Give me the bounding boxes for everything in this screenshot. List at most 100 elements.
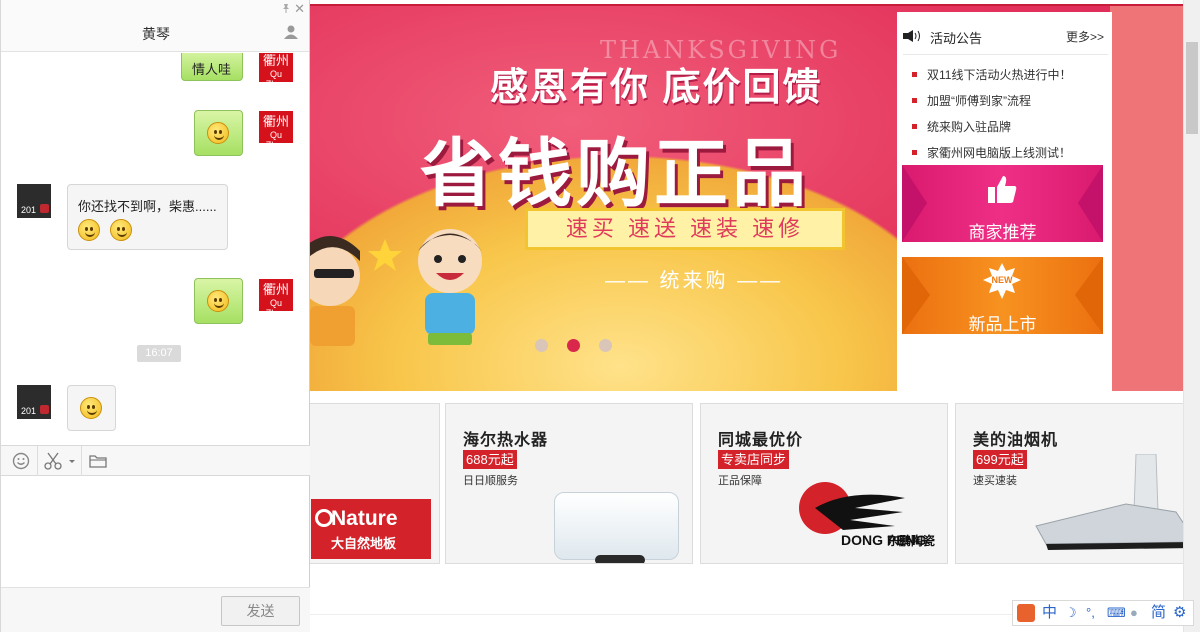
- message-bubble-received: 你还找不到啊，柴惠......: [67, 184, 228, 250]
- grin-emoji-icon: [207, 122, 229, 144]
- nature-logo: Nature 大自然地板: [311, 499, 431, 559]
- heater-panel: [595, 555, 645, 563]
- web-page: THANKSGIVING 感恩有你 底价回馈 省钱购正品 速买 速送 速装 速修…: [192, 0, 1200, 632]
- carousel-dot-1[interactable]: [535, 339, 548, 352]
- product-title: 美的油烟机: [973, 432, 1059, 449]
- toolbar-divider: [81, 446, 82, 476]
- banner-headline: 感恩有你 底价回馈: [490, 67, 823, 109]
- notice-panel: 活动公告 更多>> 双11线下活动火热进行中！ 加盟“师傅到家”流程 统来购入驻…: [897, 12, 1112, 391]
- avatar-text: 衢州: [262, 283, 289, 298]
- moon-icon[interactable]: ☽: [1065, 604, 1077, 622]
- chat-toolbar: [1, 445, 310, 476]
- chat-title: 黄琴: [142, 26, 170, 42]
- product-tile-haier[interactable]: 海尔热水器 688元起 日日顺服务: [445, 403, 693, 564]
- punctuation-icon[interactable]: °,: [1086, 604, 1095, 622]
- promo-banner[interactable]: THANKSGIVING 感恩有你 底价回馈 省钱购正品 速买 速送 速装 速修…: [310, 4, 1183, 391]
- tongue-emoji-icon: [207, 290, 229, 312]
- avatar-badge: [40, 405, 49, 414]
- folder-icon[interactable]: [89, 452, 107, 470]
- message-input[interactable]: [1, 477, 310, 587]
- brand-sub: 大自然地板: [331, 536, 397, 551]
- banner-ribbon: 速买 速送 速装 速修: [525, 208, 845, 250]
- range-hood-image: [1035, 454, 1196, 550]
- avatar-contact[interactable]: 201: [17, 385, 51, 419]
- notice-item[interactable]: 统来购入驻品牌: [927, 118, 1011, 135]
- ime-simplified[interactable]: 简: [1151, 604, 1166, 622]
- promo-new-products[interactable]: NEW 新品上市: [902, 257, 1103, 334]
- avatar-subtext: Qu Zhou: [265, 69, 287, 89]
- cartoon-kids-illustration: [310, 229, 482, 346]
- notice-more-link[interactable]: 更多>>: [1066, 28, 1104, 45]
- notice-title: 活动公告: [930, 31, 983, 46]
- price-tag: 699元起: [973, 450, 1027, 469]
- user-icon[interactable]: ●: [1130, 604, 1138, 622]
- brand-sub: 东鹏陶瓷: [887, 534, 936, 548]
- avatar-subtext: Qu Zhou: [265, 298, 287, 318]
- price-tag: 专卖店同步: [718, 450, 790, 469]
- message-list[interactable]: 情人哇 衢州 Qu Zhou 衢州 Qu Zhou 201 你还找不到啊，柴惠.…: [1, 53, 310, 445]
- avatar-subtext: Qu Zhou: [265, 130, 287, 150]
- message-bubble-received: [67, 385, 116, 431]
- product-title: 同城最优价: [718, 432, 804, 449]
- product-subtitle: 日日顺服务: [463, 475, 518, 487]
- avatar-text: 201: [21, 406, 37, 416]
- bullet-icon: [912, 98, 917, 103]
- keyboard-icon[interactable]: ⌨: [1107, 604, 1126, 622]
- brand-name: Nature: [331, 507, 398, 530]
- ime-toolbar: 中 ☽ °, ⌨ ● 简 ⚙: [1012, 600, 1194, 626]
- product-subtitle: 速买速装: [973, 475, 1017, 487]
- thinking-emoji-icon: [78, 219, 100, 241]
- product-tile-midea[interactable]: 美的油烟机 699元起 速买速装: [955, 403, 1200, 564]
- product-title: 海尔热水器: [463, 432, 549, 449]
- send-bar: 发送: [1, 587, 310, 632]
- price-tag: 688元起: [463, 450, 517, 469]
- message-bubble-sent: 情人哇: [181, 53, 243, 81]
- chat-window: ✕ 黄琴 情人哇 衢州 Qu Zhou 衢州 Qu Zhou 201 你还找不到…: [0, 0, 310, 632]
- avatar-me[interactable]: 衢州 Qu Zhou: [259, 53, 293, 89]
- avatar-me[interactable]: 衢州 Qu Zhou: [259, 279, 293, 318]
- notice-item[interactable]: 家衢州网电脑版上线测试！: [927, 144, 1071, 161]
- promo-label: 商家推荐: [968, 223, 1037, 242]
- product-subtitle: 正品保障: [718, 475, 762, 487]
- toolbar-divider: [37, 446, 38, 476]
- carousel-dot-2[interactable]: [567, 339, 580, 352]
- ime-chinese-mode[interactable]: 中: [1042, 604, 1057, 622]
- banner-brand: —— 统来购 ——: [605, 270, 784, 292]
- chat-header: ✕ 黄琴: [1, 0, 309, 52]
- thinking-emoji-icon: [109, 219, 132, 241]
- message-text: 你还找不到啊，柴惠......: [78, 199, 217, 214]
- scroll-thumb[interactable]: [1186, 42, 1198, 134]
- product-tile-dongpeng[interactable]: 同城最优价 专卖店同步 正品保障 DONG PENG 东鹏陶瓷: [700, 403, 948, 564]
- notice-divider: [903, 54, 1108, 55]
- avatar-text: 201: [21, 205, 37, 215]
- gear-icon[interactable]: ⚙: [1173, 604, 1186, 622]
- message-bubble-sent: [194, 110, 243, 156]
- time-stamp: 16:07: [137, 345, 181, 362]
- carousel-dot-3[interactable]: [599, 339, 612, 352]
- speaker-icon: [903, 30, 920, 42]
- notice-item[interactable]: 加盟“师傅到家”流程: [927, 92, 1031, 109]
- message-text: 情人哇: [192, 62, 232, 77]
- promo-label: 新品上市: [968, 315, 1037, 334]
- notice-item[interactable]: 双11线下活动火热进行中！: [927, 66, 1071, 83]
- ime-logo-icon[interactable]: [1017, 604, 1035, 622]
- avatar-me[interactable]: 衢州 Qu Zhou: [259, 111, 293, 150]
- emoji-icon[interactable]: [12, 452, 30, 470]
- send-button[interactable]: 发送: [221, 596, 300, 626]
- page-scrollbar[interactable]: [1183, 0, 1200, 632]
- avatar-text: 衢州: [262, 115, 289, 130]
- bullet-icon: [912, 150, 917, 155]
- avatar-text: 衢州: [262, 54, 289, 69]
- bullet-icon: [912, 124, 917, 129]
- pin-icon[interactable]: [281, 3, 291, 13]
- contact-icon[interactable]: [284, 25, 298, 39]
- message-bubble-sent: [194, 278, 243, 324]
- banner-right-edge: [1110, 6, 1183, 391]
- bullet-icon: [912, 72, 917, 77]
- promo-merchant-recommend[interactable]: 商家推荐: [902, 165, 1103, 242]
- avatar-contact[interactable]: 201: [17, 184, 51, 218]
- banner-main-title: 省钱购正品: [420, 132, 810, 215]
- close-icon[interactable]: ✕: [294, 1, 305, 17]
- scissors-icon[interactable]: [44, 452, 78, 470]
- water-heater-image: [554, 492, 679, 563]
